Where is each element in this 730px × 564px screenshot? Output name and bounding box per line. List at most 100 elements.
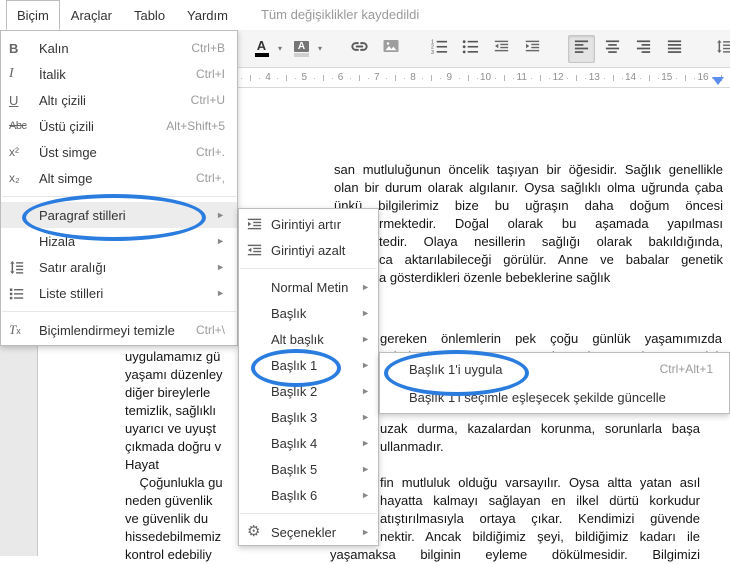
text-color-icon: A bbox=[254, 39, 269, 57]
ruler-tick bbox=[639, 78, 641, 79]
text-color-button[interactable]: A bbox=[248, 35, 275, 63]
ruler-tick bbox=[386, 78, 387, 79]
menu-item-label: Alt simge bbox=[39, 170, 93, 186]
menu-item-se-enekler[interactable]: ⚙ Seçenekler ► bbox=[239, 519, 378, 545]
numbered-list-icon: 123 bbox=[431, 38, 448, 60]
menu-item-ba-l-k-1-i-se-imle-e-le-ecek-ekilde-g-ncelle[interactable]: Başlık 1'i seçimle eşleşecek şekilde gün… bbox=[380, 383, 729, 411]
clear-format-icon: Tx bbox=[9, 322, 21, 337]
increase-indent-icon bbox=[247, 217, 271, 232]
menu-item-ba-l-k-1-i-uygula[interactable]: Başlık 1'i uygula Ctrl+Alt+1 bbox=[380, 355, 729, 383]
svg-text:3: 3 bbox=[431, 49, 434, 54]
doc-text-line: olan bir durum olarak algılanır. Oysa sa… bbox=[334, 180, 723, 195]
menu-item-alt-izili[interactable]: U Altı çizili Ctrl+U bbox=[1, 87, 237, 113]
justify-button[interactable] bbox=[661, 35, 688, 63]
ruler-tick bbox=[322, 75, 324, 81]
ruler-tick bbox=[458, 78, 460, 79]
menubar-item-yard-m[interactable]: Yardım bbox=[176, 0, 239, 30]
submenu-arrow-icon: ► bbox=[361, 386, 370, 396]
insert-image-button[interactable] bbox=[377, 35, 404, 63]
align-right-button[interactable] bbox=[630, 35, 657, 63]
increase-indent-icon bbox=[525, 39, 540, 59]
doc-text-line: ullanmadır. bbox=[380, 439, 444, 454]
document-paragraph[interactable]: rmektedir. Doğal olarak bu aşamada yapıl… bbox=[379, 215, 723, 287]
format-menu-panel: B Kalın Ctrl+B I İtalik Ctrl+I U Altı çizili Ctr… bbox=[0, 30, 238, 346]
document-paragraph[interactable]: uzak durma, kazalardan korunma, sorunlar… bbox=[380, 420, 700, 546]
ruler-tick bbox=[603, 78, 605, 79]
menu-item-shortcut: Ctrl+, bbox=[195, 171, 225, 185]
menu-item-label: Alt başlık bbox=[271, 331, 324, 347]
justify-icon bbox=[666, 38, 683, 60]
doc-text-line: fin mutluluk olduğu varsayılır. Oysa alt… bbox=[380, 475, 700, 490]
doc-text-line: hayatta kalmayı sağlayan en ilkel dürtü … bbox=[380, 493, 700, 508]
menu-item-ba-l-k[interactable]: Başlık ► bbox=[239, 300, 378, 326]
line-spacing-icon bbox=[716, 39, 730, 59]
menu-item-bi-imlendirmeyi-temizle[interactable]: Tx Biçimlendirmeyi temizle Ctrl+\ bbox=[1, 317, 237, 343]
ruler-number: 16 bbox=[697, 72, 709, 83]
menu-item-i-talik[interactable]: I İtalik Ctrl+I bbox=[1, 61, 237, 87]
toolbar-group bbox=[344, 35, 406, 63]
menu-item-hizala[interactable]: Hizala ► bbox=[1, 228, 237, 254]
menu-item-ba-l-k-1[interactable]: Başlık 1 ► bbox=[239, 352, 378, 378]
decrease-indent-icon bbox=[494, 39, 509, 59]
text-color-dropdown-caret-icon[interactable]: ▾ bbox=[278, 44, 282, 53]
line-spacing-button[interactable] bbox=[710, 35, 730, 63]
menu-item-ba-l-k-6[interactable]: Başlık 6 ► bbox=[239, 482, 378, 508]
increase-indent-button[interactable] bbox=[519, 35, 546, 63]
menu-item-paragraf-stilleri[interactable]: Paragraf stilleri ► bbox=[1, 202, 237, 228]
strikethrough-icon: Abc bbox=[9, 120, 27, 132]
menu-item-label: İtalik bbox=[39, 66, 66, 82]
doc-text-line: san mutluluğunun öncelik taşıyan bir öğe… bbox=[334, 162, 723, 177]
menu-item-ba-l-k-3[interactable]: Başlık 3 ► bbox=[239, 404, 378, 430]
ruler-tick bbox=[286, 75, 288, 81]
highlight-color-dropdown-caret-icon[interactable]: ▾ bbox=[318, 44, 322, 53]
ruler-number: 14 bbox=[624, 72, 637, 83]
menu-item-alt-simge[interactable]: x₂ Alt simge Ctrl+, bbox=[1, 165, 237, 191]
ruler-number: 11 bbox=[516, 72, 527, 83]
menu-bar: Biçim Araçlar Tablo Yardım Tüm değişiklikle… bbox=[0, 0, 730, 30]
heading1-submenu-panel: Başlık 1'i uygula Ctrl+Alt+1 Başlık 1'i se… bbox=[379, 352, 730, 414]
align-left-button[interactable] bbox=[568, 34, 596, 63]
menubar-item-tablo[interactable]: Tablo bbox=[123, 0, 176, 30]
menubar-item-ara-lar[interactable]: Araçlar bbox=[60, 0, 123, 30]
menu-item-sat-r-aral[interactable]: Satır aralığı ► bbox=[1, 254, 237, 280]
submenu-arrow-icon: ► bbox=[361, 282, 370, 292]
menu-bar-items: Biçim Araçlar Tablo Yardım bbox=[0, 0, 239, 30]
subscript-icon: x₂ bbox=[9, 171, 20, 185]
bulleted-list-button[interactable] bbox=[457, 35, 484, 63]
document-paragraph[interactable]: yaşamaksa bilginin eyleme dökülmesidir. … bbox=[330, 546, 700, 564]
highlight-color-icon: A bbox=[294, 40, 310, 57]
insert-link-button[interactable] bbox=[346, 35, 373, 63]
align-center-button[interactable] bbox=[599, 35, 626, 63]
highlight-color-button[interactable]: A bbox=[288, 35, 315, 63]
menu-item-normal-metin[interactable]: Normal Metin ► bbox=[239, 274, 378, 300]
ruler-tick bbox=[431, 75, 433, 81]
menu-item-shortcut: Ctrl+\ bbox=[195, 323, 225, 337]
menu-item-girintiyi-azalt[interactable]: Girintiyi azalt bbox=[239, 237, 378, 263]
menu-item-ba-l-k-4[interactable]: Başlık 4 ► bbox=[239, 430, 378, 456]
menu-separator bbox=[240, 513, 377, 514]
menu-item-liste-stilleri[interactable]: Liste stilleri ► bbox=[1, 280, 237, 306]
menu-item-girintiyi-art-r[interactable]: Girintiyi artır bbox=[239, 211, 378, 237]
ruler-tick bbox=[241, 78, 242, 79]
menu-separator bbox=[2, 311, 236, 312]
menu-item-alt-ba-l-k[interactable]: Alt başlık ► bbox=[239, 326, 378, 352]
menu-item-st-izili[interactable]: Abc Üstü çizili Alt+Shift+5 bbox=[1, 113, 237, 139]
decrease-indent-button[interactable] bbox=[488, 35, 515, 63]
menubar-item-bi-im[interactable]: Biçim bbox=[6, 0, 60, 30]
menu-item-shortcut: Ctrl+. bbox=[195, 145, 225, 159]
right-indent-marker-icon[interactable] bbox=[712, 77, 724, 85]
insert-image-icon bbox=[382, 37, 400, 60]
submenu-arrow-icon: ► bbox=[361, 360, 370, 370]
menu-item-ba-l-k-2[interactable]: Başlık 2 ► bbox=[239, 378, 378, 404]
menu-item-ba-l-k-5[interactable]: Başlık 5 ► bbox=[239, 456, 378, 482]
menu-item-label: Başlık 2 bbox=[271, 383, 318, 399]
ruler-number: 15 bbox=[661, 72, 673, 83]
menu-item-st-simge[interactable]: x² Üst simge Ctrl+. bbox=[1, 139, 237, 165]
menu-item-shortcut: Alt+Shift+5 bbox=[166, 119, 225, 133]
toolbar-group bbox=[566, 34, 690, 63]
menu-item-kal-n[interactable]: B Kalın Ctrl+B bbox=[1, 35, 237, 61]
numbered-list-button[interactable]: 123 bbox=[426, 35, 453, 63]
menu-item-shortcut: Ctrl+Alt+1 bbox=[659, 362, 713, 376]
submenu-arrow-icon: ► bbox=[361, 308, 370, 318]
document-paragraph[interactable]: san mutluluğunun öncelik taşıyan bir öğe… bbox=[334, 161, 723, 215]
